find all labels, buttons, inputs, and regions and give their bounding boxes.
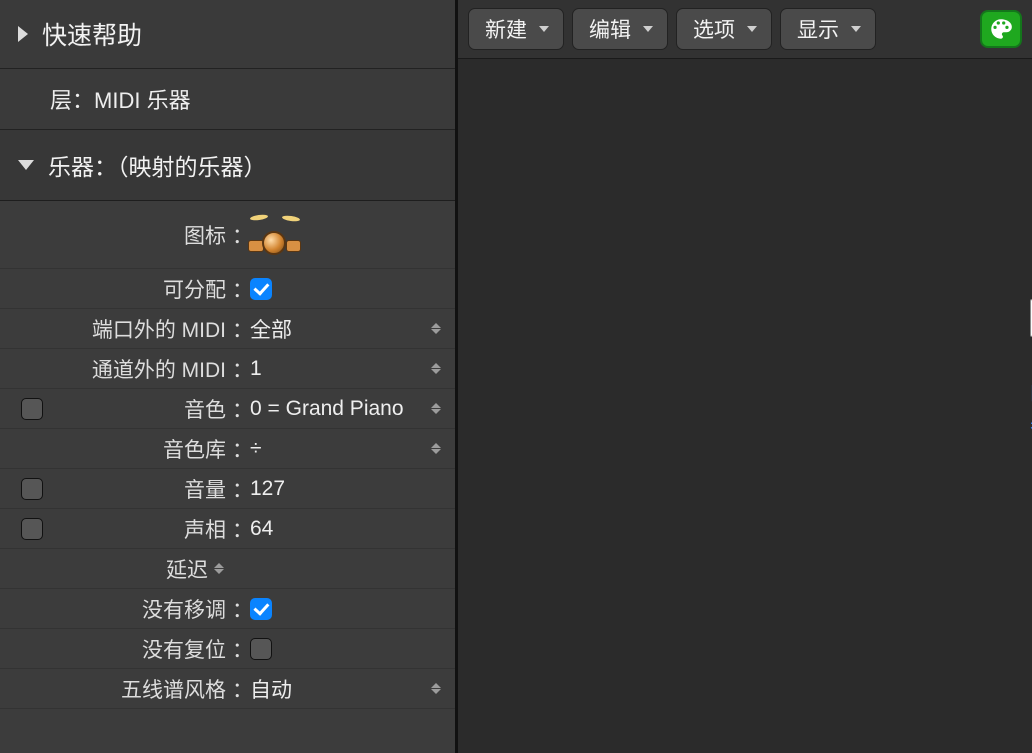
edit-menu-button[interactable]: 编辑 xyxy=(572,8,668,50)
prop-no-reset-label: 没有复位 xyxy=(64,634,232,664)
prop-assignable-label: 可分配 xyxy=(64,274,232,304)
prop-icon-value[interactable] xyxy=(248,215,443,255)
prop-volume-label: 音量 xyxy=(64,474,232,504)
instrument-section-header[interactable]: 乐器：（映射的乐器） xyxy=(0,130,455,201)
no-reset-checkbox[interactable] xyxy=(250,638,272,660)
new-menu-button[interactable]: 新建 xyxy=(468,8,564,50)
prop-volume-value[interactable]: 127 xyxy=(248,477,443,501)
stepper-icon[interactable] xyxy=(431,443,443,454)
prop-pan-value[interactable]: 64 xyxy=(248,517,443,541)
chevron-down-icon xyxy=(539,26,549,32)
prop-bank: 音色库 ： ÷ xyxy=(0,429,455,469)
no-transpose-checkbox[interactable] xyxy=(250,598,272,620)
prop-channel-midi-value[interactable]: 1 xyxy=(248,357,443,381)
prop-channel-midi: 通道外的 MIDI ： 1 xyxy=(0,349,455,389)
prop-volume: 音量 ： 127 xyxy=(0,469,455,509)
prop-no-reset: 没有复位 ： xyxy=(0,629,455,669)
quick-help-title: 快速帮助 xyxy=(42,16,142,52)
prop-program-value[interactable]: 0 = Grand Piano xyxy=(248,397,443,421)
prop-program: 音色 ： 0 = Grand Piano xyxy=(0,389,455,429)
inspector-panel: 快速帮助 层：MIDI 乐器 乐器：（映射的乐器） 图标 ： xyxy=(0,0,458,753)
prop-delay: 延迟 ： xyxy=(0,549,455,589)
prop-icon: 图标 ： xyxy=(0,201,455,269)
instrument-section-prefix: 乐器： xyxy=(48,154,117,180)
stepper-icon[interactable] xyxy=(431,363,443,374)
chevron-right-icon xyxy=(18,26,28,42)
prop-port-midi-label: 端口外的 MIDI xyxy=(64,314,232,344)
chevron-down-icon xyxy=(851,26,861,32)
options-menu-label: 选项 xyxy=(693,14,735,44)
prop-staff-style-value[interactable]: 自动 xyxy=(248,674,443,704)
property-table: 图标 ： 可分配 ： 端 xyxy=(0,201,455,709)
prop-port-midi-value[interactable]: 全部 xyxy=(248,314,443,344)
prop-bank-value[interactable]: ÷ xyxy=(248,437,443,461)
prop-port-midi: 端口外的 MIDI ： 全部 xyxy=(0,309,455,349)
prop-delay-label: 延迟 xyxy=(166,554,208,584)
prop-channel-midi-label: 通道外的 MIDI xyxy=(64,354,232,384)
drums-icon xyxy=(250,215,300,255)
prop-staff-style-label: 五线谱风格 xyxy=(64,674,232,704)
program-enable-checkbox[interactable] xyxy=(21,398,43,420)
view-menu-label: 显示 xyxy=(797,14,839,44)
prop-no-transpose: 没有移调 ： xyxy=(0,589,455,629)
edit-menu-label: 编辑 xyxy=(589,14,631,44)
layer-row: 层：MIDI 乐器 xyxy=(0,69,455,130)
options-menu-button[interactable]: 选项 xyxy=(676,8,772,50)
chevron-down-icon xyxy=(643,26,653,32)
layer-value: MIDI 乐器 xyxy=(94,88,191,113)
view-menu-button[interactable]: 显示 xyxy=(780,8,876,50)
color-palette-button[interactable] xyxy=(980,10,1022,48)
chevron-down-icon xyxy=(18,160,34,170)
canvas-toolbar: 新建 编辑 选项 显示 xyxy=(458,0,1032,59)
prop-no-transpose-label: 没有移调 xyxy=(64,594,232,624)
environment-canvas[interactable]: （映射的乐器） xyxy=(458,59,1032,753)
volume-enable-checkbox[interactable] xyxy=(21,478,43,500)
prop-staff-style: 五线谱风格 ： 自动 xyxy=(0,669,455,709)
prop-icon-label: 图标 xyxy=(64,220,232,250)
prop-program-label: 音色 xyxy=(64,394,232,424)
stepper-icon[interactable] xyxy=(431,683,443,694)
layer-label: 层： xyxy=(50,88,94,113)
chevron-down-icon xyxy=(747,26,757,32)
quick-help-header[interactable]: 快速帮助 xyxy=(0,0,455,69)
prop-pan: 声相 ： 64 xyxy=(0,509,455,549)
assignable-checkbox[interactable] xyxy=(250,278,272,300)
stepper-icon[interactable] xyxy=(431,323,443,334)
stepper-icon[interactable] xyxy=(214,563,226,574)
stepper-icon[interactable] xyxy=(431,403,443,414)
pan-enable-checkbox[interactable] xyxy=(21,518,43,540)
instrument-section-value: （映射的乐器） xyxy=(117,154,267,180)
prop-bank-label: 音色库 xyxy=(64,434,232,464)
prop-pan-label: 声相 xyxy=(64,514,232,544)
environment-canvas-area: 新建 编辑 选项 显示 xyxy=(458,0,1032,753)
prop-assignable: 可分配 ： xyxy=(0,269,455,309)
new-menu-label: 新建 xyxy=(485,14,527,44)
palette-icon xyxy=(988,16,1014,42)
